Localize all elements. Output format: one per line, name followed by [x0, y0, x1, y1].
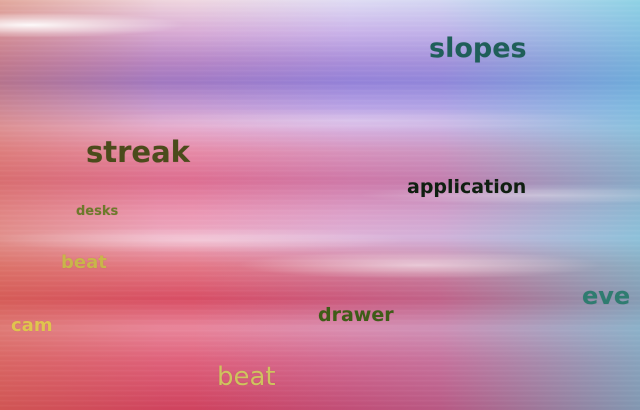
word-streak: streak — [86, 135, 190, 169]
word-application: application — [407, 176, 527, 198]
word-desks: desks — [76, 204, 119, 219]
word-eve: eve — [582, 282, 631, 310]
word-drawer: drawer — [318, 304, 394, 326]
word-beat-large: beat — [217, 362, 276, 392]
word-cam: cam — [11, 315, 53, 336]
word-beat-small: beat — [61, 252, 107, 273]
word-slopes: slopes — [429, 33, 527, 64]
